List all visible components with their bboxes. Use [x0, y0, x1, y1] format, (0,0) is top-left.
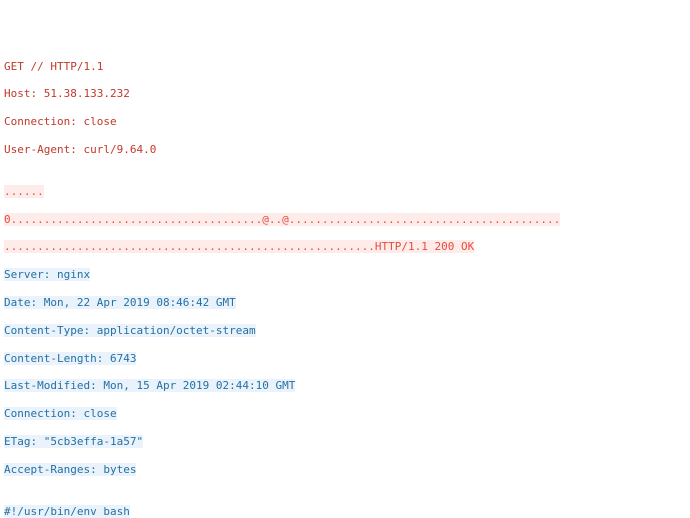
http-request-conn: Connection: close — [4, 115, 117, 128]
response-header: ETag: "5cb3effa-1a57" — [4, 435, 143, 448]
response-header: Content-Type: application/octet-stream — [4, 324, 256, 337]
response-header: Accept-Ranges: bytes — [4, 463, 136, 476]
http-request-host: Host: 51.38.133.232 — [4, 87, 130, 100]
hex-dump-row: 0......................................@… — [4, 213, 560, 226]
response-header: Content-Length: 6743 — [4, 352, 136, 365]
http-request-ua: User-Agent: curl/9.64.0 — [4, 143, 156, 156]
http-request-line: GET // HTTP/1.1 — [4, 60, 103, 73]
script-line: #!/usr/bin/env bash — [4, 505, 130, 518]
response-header: Server: nginx — [4, 268, 90, 281]
hex-dump-row: ...... — [4, 185, 44, 198]
response-header: Last-Modified: Mon, 15 Apr 2019 02:44:10… — [4, 379, 295, 392]
hex-dump-status: ........................................… — [4, 240, 474, 253]
response-header: Connection: close — [4, 407, 117, 420]
response-header: Date: Mon, 22 Apr 2019 08:46:42 GMT — [4, 296, 236, 309]
